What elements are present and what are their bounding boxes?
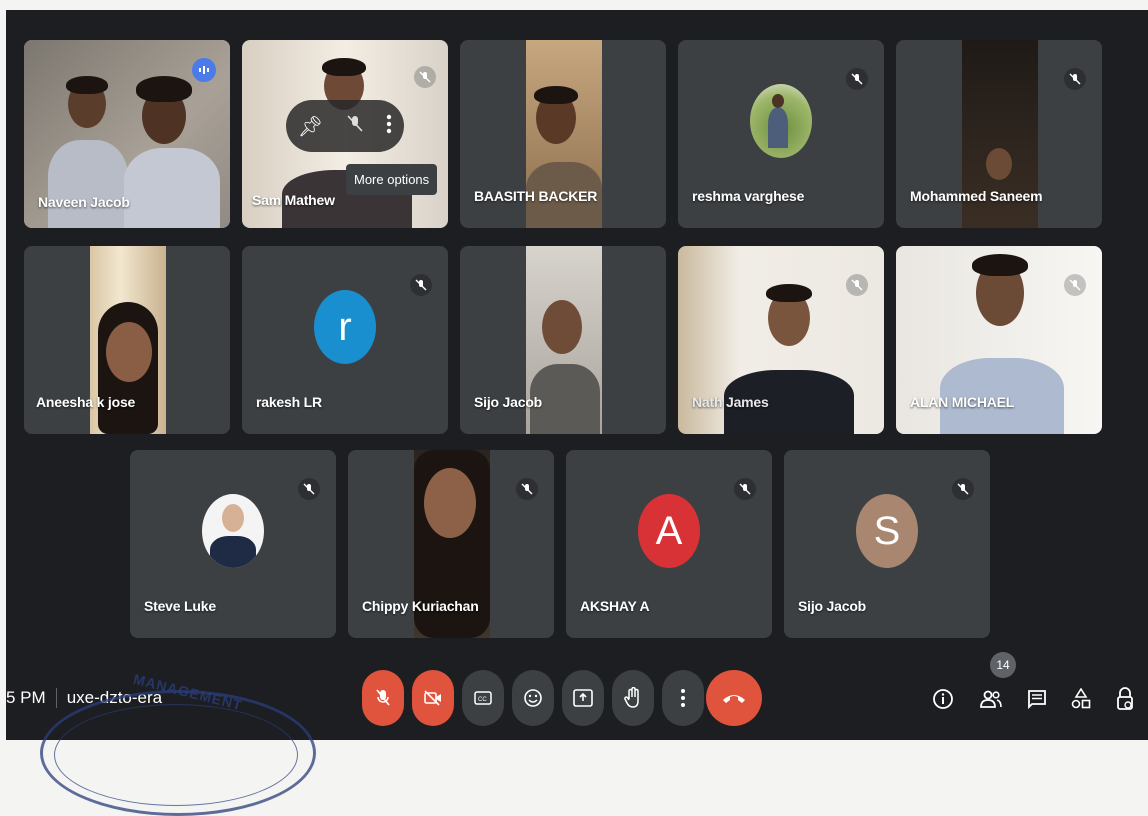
mute-participant-icon[interactable] [347, 114, 363, 138]
hair [766, 284, 812, 302]
face [772, 94, 784, 108]
participant-count-badge: 14 [990, 652, 1016, 678]
tooltip: More options [346, 164, 438, 195]
mic-off-icon [952, 478, 974, 500]
face [986, 148, 1012, 180]
captions-icon: CC [474, 691, 492, 705]
divider [55, 688, 57, 708]
participant-tile[interactable]: r rakesh LR [242, 246, 448, 434]
participant-name: Mohammed Saneem [910, 188, 1043, 204]
people-icon [980, 690, 1002, 708]
participant-name: AKSHAY A [580, 598, 650, 614]
more-options-button[interactable] [662, 670, 704, 726]
speaking-indicator-icon [192, 58, 216, 82]
hair [136, 76, 192, 102]
activities-button[interactable] [1066, 684, 1096, 714]
suit [210, 536, 256, 568]
participant-name: Steve Luke [144, 598, 216, 614]
participant-name: Chippy Kuriachan [362, 598, 479, 614]
participant-name: BAASITH BACKER [474, 188, 598, 204]
mic-off-icon [376, 689, 390, 706]
participant-name: rakesh LR [256, 394, 322, 410]
participant-name: Sijo Jacob [474, 394, 543, 410]
mic-off-icon [846, 68, 868, 90]
face [542, 300, 582, 354]
participant-tile[interactable]: A AKSHAY A [566, 450, 772, 638]
pin-icon[interactable]: 📌︎ [298, 114, 323, 139]
svg-text:CC: CC [478, 697, 487, 703]
camera-toggle-button[interactable] [412, 670, 454, 726]
meeting-details-button[interactable] [928, 684, 958, 714]
stamp-seal-inner [54, 704, 298, 806]
chat-button[interactable] [1022, 684, 1052, 714]
participant-tile[interactable]: 📌︎ More options Sam Mathew [242, 40, 448, 228]
mic-off-icon [410, 274, 432, 296]
emoji-reaction-button[interactable] [512, 670, 554, 726]
participant-name: Nath James [692, 394, 769, 410]
lock-icon [1117, 687, 1133, 710]
participant-tile[interactable]: BAASITH BACKER [460, 40, 666, 228]
participant-name: Sijo Jacob [798, 598, 867, 614]
mic-off-icon [734, 478, 756, 500]
participant-tile[interactable]: Naveen Jacob [24, 40, 230, 228]
clock-time: 5 PM [6, 688, 46, 707]
present-icon [573, 689, 593, 707]
mic-off-icon [414, 66, 436, 88]
mic-off-icon [1064, 68, 1086, 90]
more-options-icon[interactable] [386, 114, 392, 139]
mic-off-icon [298, 478, 320, 500]
camera-off-icon [424, 690, 441, 706]
avatar: r [314, 290, 376, 364]
participant-tile[interactable]: Mohammed Saneem [896, 40, 1102, 228]
hair [66, 76, 108, 94]
captions-button[interactable]: CC [462, 670, 504, 726]
raise-hand-button[interactable] [612, 670, 654, 726]
avatar: A [638, 494, 700, 568]
participant-tile[interactable]: Sijo Jacob [460, 246, 666, 434]
more-vert-icon [681, 689, 685, 707]
call-end-icon [723, 695, 745, 703]
raise-hand-icon [624, 687, 639, 708]
people-button[interactable] [976, 684, 1006, 714]
participant-tile[interactable]: Aneesha k jose [24, 246, 230, 434]
participant-name: ALAN MICHAEL [910, 394, 1015, 410]
participant-tile[interactable]: S Sijo Jacob [784, 450, 990, 638]
avatar [202, 494, 264, 568]
leave-call-button[interactable] [706, 670, 762, 726]
participant-tile[interactable]: ALAN MICHAEL [896, 246, 1102, 434]
participant-name: Aneesha k jose [36, 394, 136, 410]
chat-icon [1028, 690, 1046, 709]
mic-off-icon [516, 478, 538, 500]
activities-icon [1071, 688, 1091, 709]
info-icon [933, 689, 953, 709]
present-now-button[interactable] [562, 670, 604, 726]
participant-tile[interactable]: Steve Luke [130, 450, 336, 638]
hair [322, 58, 366, 76]
face [424, 468, 476, 538]
avatar: S [856, 494, 918, 568]
participant-tile[interactable]: reshma varghese [678, 40, 884, 228]
participant-tile[interactable]: Chippy Kuriachan [348, 450, 554, 638]
shirt [768, 108, 788, 148]
participant-name: Sam Mathew [252, 192, 335, 208]
mic-off-icon [846, 274, 868, 296]
host-controls-button[interactable] [1110, 684, 1140, 714]
mic-toggle-button[interactable] [362, 670, 404, 726]
shirt [124, 148, 220, 228]
emoji-icon [524, 689, 542, 707]
participant-tile[interactable]: Nath James [678, 246, 884, 434]
hair [972, 254, 1028, 276]
tile-hover-controls: 📌︎ [286, 100, 404, 152]
face [106, 322, 152, 382]
face [222, 504, 244, 532]
hair [534, 86, 578, 104]
meeting-stage: Naveen Jacob 📌︎ More options Sam Mathew … [6, 10, 1148, 740]
shirt [48, 140, 128, 228]
participant-name: Naveen Jacob [38, 194, 130, 210]
mic-off-icon [1064, 274, 1086, 296]
participant-name: reshma varghese [692, 188, 805, 204]
